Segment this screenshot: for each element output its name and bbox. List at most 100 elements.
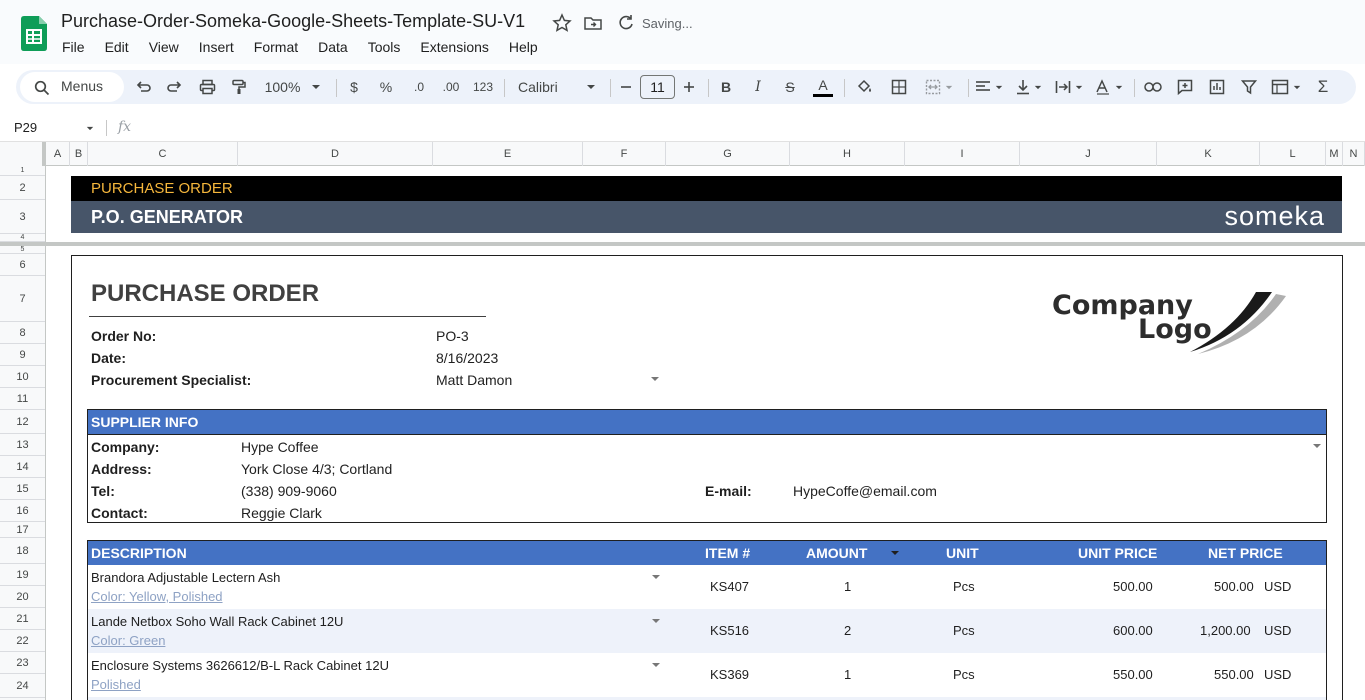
supplier-dropdown-icon[interactable] (1313, 444, 1321, 448)
column-header-e[interactable]: E (433, 142, 583, 166)
row-header[interactable]: 13 (0, 434, 45, 456)
row-header[interactable]: 24 (0, 674, 45, 698)
item-description[interactable]: Brandora Adjustable Lectern Ash (91, 570, 280, 585)
supplier-company-value[interactable]: Hype Coffee (241, 439, 319, 455)
menu-format[interactable]: Format (244, 38, 308, 56)
supplier-tel-value[interactable]: (338) 909-9060 (241, 483, 337, 499)
column-header-d[interactable]: D (238, 142, 433, 166)
bold-button[interactable]: B (716, 70, 736, 104)
column-header-j[interactable]: J (1020, 142, 1157, 166)
decrease-decimal-button[interactable]: .0 (406, 70, 432, 104)
supplier-contact-value[interactable]: Reggie Clark (241, 505, 322, 521)
print-icon[interactable] (196, 70, 218, 104)
text-wrap-icon[interactable] (1052, 70, 1086, 104)
move-folder-icon[interactable] (583, 13, 603, 33)
menu-edit[interactable]: Edit (95, 38, 139, 56)
column-header-f[interactable]: F (583, 142, 666, 166)
select-all-corner[interactable] (0, 142, 46, 166)
text-rotation-icon[interactable] (1092, 70, 1126, 104)
row-header[interactable]: 7 (0, 276, 45, 322)
paint-format-icon[interactable] (228, 70, 250, 104)
item-amount[interactable]: 1 (844, 667, 851, 682)
currency-format-button[interactable]: $ (344, 70, 364, 104)
row-header[interactable]: 1 (0, 166, 45, 176)
menu-help[interactable]: Help (499, 38, 548, 56)
name-box[interactable]: P29 (14, 120, 37, 135)
table-row[interactable]: Lande Netbox Soho Wall Rack Cabinet 12U … (88, 609, 1326, 653)
italic-button[interactable]: I (748, 70, 768, 104)
percent-format-button[interactable]: % (376, 70, 396, 104)
item-dropdown-icon[interactable] (652, 663, 660, 667)
font-size-increase-button[interactable] (679, 70, 699, 104)
row-header[interactable]: 19 (0, 564, 45, 586)
row-header[interactable]: 14 (0, 456, 45, 478)
row-header[interactable]: 18 (0, 538, 45, 564)
column-header-k[interactable]: K (1157, 142, 1260, 166)
menu-insert[interactable]: Insert (189, 38, 244, 56)
column-header-b[interactable]: B (70, 142, 88, 166)
supplier-address-value[interactable]: York Close 4/3; Cortland (241, 461, 392, 477)
row-header[interactable]: 5 (0, 246, 45, 254)
font-size-decrease-button[interactable] (616, 70, 636, 104)
menu-data[interactable]: Data (308, 38, 358, 56)
zoom-select[interactable]: 100% (258, 70, 328, 104)
row-header[interactable]: 3 (0, 200, 45, 234)
item-note[interactable]: Color: Yellow, Polished (91, 589, 223, 604)
row-header[interactable]: 9 (0, 344, 45, 366)
item-note[interactable]: Polished (91, 677, 141, 692)
item-amount[interactable]: 2 (844, 623, 851, 638)
horizontal-align-icon[interactable] (972, 70, 1006, 104)
menu-search[interactable]: Menus (20, 72, 124, 102)
filter-views-icon[interactable] (1268, 70, 1304, 104)
menu-extensions[interactable]: Extensions (410, 38, 498, 56)
vertical-align-icon[interactable] (1012, 70, 1046, 104)
row-header[interactable]: 12 (0, 410, 45, 434)
row-header[interactable]: 23 (0, 652, 45, 674)
column-header-g[interactable]: G (666, 142, 790, 166)
row-header[interactable]: 8 (0, 322, 45, 344)
caret-down-icon[interactable] (86, 126, 94, 131)
row-header[interactable]: 15 (0, 478, 45, 500)
supplier-email-value[interactable]: HypeCoffe@email.com (793, 483, 937, 499)
column-header-n[interactable]: N (1343, 142, 1365, 166)
menu-view[interactable]: View (139, 38, 189, 56)
table-row[interactable]: Brandora Adjustable Lectern Ash Color: Y… (88, 565, 1326, 609)
strikethrough-button[interactable]: S (780, 70, 800, 104)
column-header-h[interactable]: H (790, 142, 905, 166)
star-icon[interactable] (552, 13, 572, 33)
column-header-i[interactable]: I (905, 142, 1020, 166)
order-no-value[interactable]: PO-3 (436, 328, 469, 344)
row-header[interactable]: 2 (0, 176, 45, 200)
functions-button[interactable]: Σ (1312, 70, 1334, 104)
fill-color-icon[interactable] (854, 70, 876, 104)
font-size-input[interactable]: 11 (640, 75, 675, 99)
number-format-button[interactable]: 123 (470, 70, 496, 104)
font-family-select[interactable]: Calibri (510, 70, 602, 104)
redo-icon[interactable] (164, 70, 186, 104)
borders-icon[interactable] (888, 70, 910, 104)
menu-tools[interactable]: Tools (358, 38, 411, 56)
row-header[interactable]: 16 (0, 500, 45, 522)
row-header[interactable]: 10 (0, 366, 45, 388)
column-header-a[interactable]: A (46, 142, 70, 166)
insert-chart-icon[interactable] (1206, 70, 1228, 104)
someka-logo[interactable]: someka (1224, 201, 1325, 232)
specialist-dropdown-icon[interactable] (651, 377, 659, 381)
undo-icon[interactable] (132, 70, 154, 104)
frozen-rows-divider[interactable] (0, 242, 1365, 246)
row-header[interactable]: 22 (0, 630, 45, 652)
item-dropdown-icon[interactable] (652, 619, 660, 623)
increase-decimal-button[interactable]: .00 (438, 70, 464, 104)
sheets-logo-icon[interactable] (21, 16, 47, 51)
row-header[interactable]: 6 (0, 254, 45, 276)
amount-sort-icon[interactable] (891, 551, 899, 555)
text-color-button[interactable]: A (812, 70, 834, 104)
item-description[interactable]: Enclosure Systems 3626612/B-L Rack Cabin… (91, 658, 389, 673)
menu-file[interactable]: File (52, 38, 95, 56)
date-value[interactable]: 8/16/2023 (436, 350, 498, 366)
document-title[interactable]: Purchase-Order-Someka-Google-Sheets-Temp… (61, 11, 525, 32)
column-header-l[interactable]: L (1260, 142, 1326, 166)
row-header[interactable]: 17 (0, 522, 45, 538)
table-row[interactable]: Enclosure Systems 3626612/B-L Rack Cabin… (88, 653, 1326, 697)
item-description[interactable]: Lande Netbox Soho Wall Rack Cabinet 12U (91, 614, 343, 629)
